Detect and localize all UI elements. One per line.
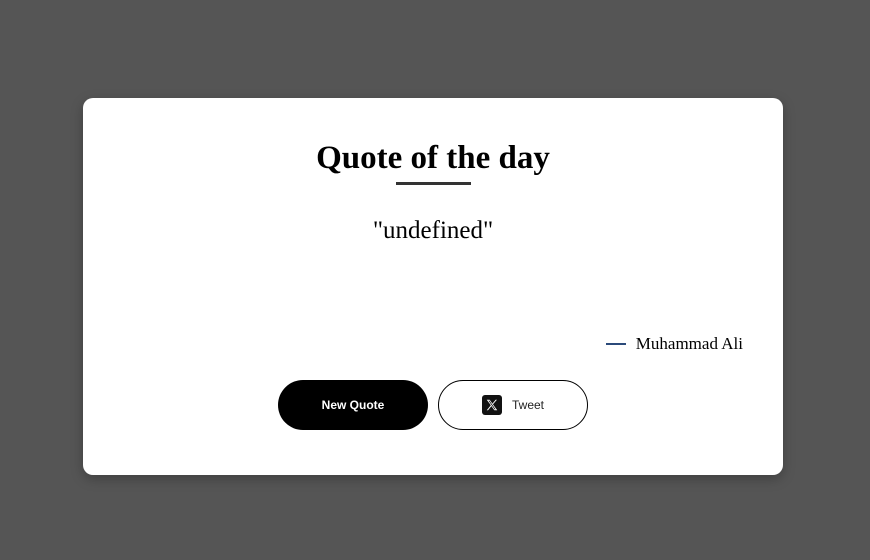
quote-text: "undefined" [372, 217, 494, 244]
tweet-button[interactable]: Tweet [438, 380, 588, 430]
page-title: Quote of the day [316, 140, 550, 176]
quote-card: Quote of the day "undefined" Muhammad Al… [83, 98, 783, 475]
title-underline [396, 182, 471, 185]
new-quote-button[interactable]: New Quote [278, 380, 428, 430]
x-logo-icon [481, 395, 502, 415]
author-dash [605, 343, 626, 345]
quote-author: Muhammad Ali [605, 334, 743, 354]
new-quote-label: New Quote [321, 398, 385, 412]
tweet-label: Tweet [511, 398, 544, 412]
author-name: Muhammad Ali [635, 334, 743, 353]
